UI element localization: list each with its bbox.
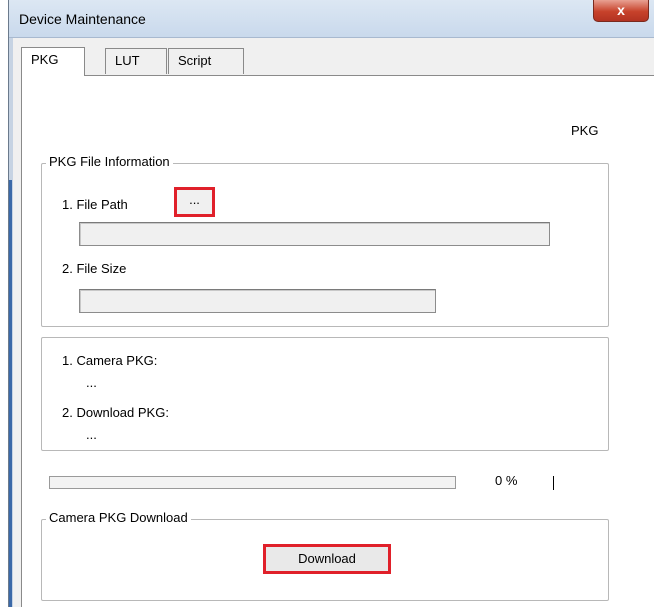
progress-percent: 0 % <box>495 473 518 488</box>
download-button[interactable]: Download <box>263 544 391 574</box>
tab-pkg[interactable]: PKG <box>21 47 85 76</box>
title-bar[interactable]: Device Maintenance x <box>9 0 654 38</box>
tab-pkg-label: PKG <box>31 52 59 67</box>
tab-strip: PKG LUT Script <box>21 47 654 76</box>
tab-lut[interactable]: LUT <box>105 48 167 74</box>
tab-script[interactable]: Script <box>168 48 244 74</box>
tab-lut-label: LUT <box>115 53 140 68</box>
download-pkg-label: 2. Download PKG: <box>62 405 169 420</box>
file-size-field[interactable] <box>79 289 436 313</box>
close-icon: x <box>617 2 625 18</box>
window-title: Device Maintenance <box>19 11 146 27</box>
download-pkg-value: ... <box>86 427 97 442</box>
file-path-field[interactable] <box>79 222 550 246</box>
close-button[interactable]: x <box>593 0 649 22</box>
pkg-header-label: PKG <box>571 123 599 138</box>
camera-pkg-download-legend: Camera PKG Download <box>46 510 191 525</box>
file-path-label: 1. File Path <box>62 197 128 212</box>
device-maintenance-window: Device Maintenance x PKG LUT Script PKG … <box>8 0 654 607</box>
window-left-accent <box>9 180 12 607</box>
pkg-file-info-legend: PKG File Information <box>46 154 173 169</box>
download-progress-bar <box>49 476 456 489</box>
tab-script-label: Script <box>178 53 212 68</box>
camera-pkg-value: ... <box>86 375 97 390</box>
file-size-label: 2. File Size <box>62 261 127 276</box>
browse-file-label: ... <box>189 192 200 207</box>
browse-file-button[interactable]: ... <box>174 187 215 217</box>
download-button-label: Download <box>298 551 356 566</box>
progress-marker <box>553 476 554 490</box>
camera-pkg-label: 1. Camera PKG: <box>62 353 158 368</box>
